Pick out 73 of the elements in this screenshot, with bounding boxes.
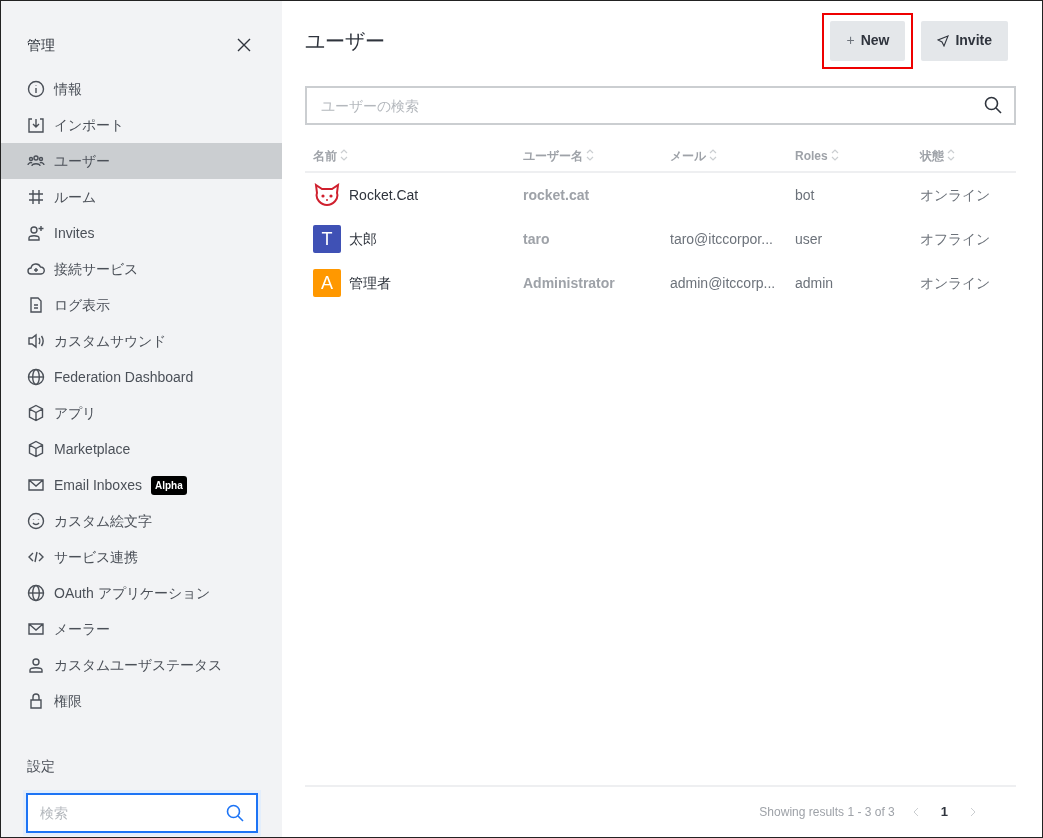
info-icon — [27, 80, 45, 98]
close-icon — [236, 37, 252, 53]
speaker-icon — [27, 332, 45, 350]
cloud-icon — [27, 260, 45, 278]
smiley-icon — [27, 512, 45, 530]
username-cell-text: rocket.cat — [523, 185, 590, 205]
sidebar-item[interactable]: Invites — [1, 215, 282, 251]
sidebar-item[interactable]: ルーム — [1, 179, 282, 215]
settings-search-field[interactable]: 検索 — [26, 793, 258, 833]
role-cell-text: bot — [795, 185, 815, 205]
status-cell-text: オフライン — [920, 229, 990, 249]
globe-icon — [27, 584, 45, 602]
document-icon — [27, 296, 45, 314]
download-icon — [27, 116, 45, 134]
cube-icon — [27, 440, 45, 458]
sidebar-item[interactable]: サービス連携 — [1, 539, 282, 575]
section-label: 設定 — [27, 758, 55, 774]
user-name: 管理者 — [349, 273, 391, 293]
search-icon — [226, 804, 244, 822]
alpha-badge: Alpha — [150, 475, 187, 495]
sort-icon — [586, 149, 594, 161]
cat-avatar — [313, 183, 341, 207]
envelope-icon — [27, 476, 45, 494]
sidebar-item[interactable]: Email Inboxes Alpha — [1, 467, 282, 503]
sort-icon — [830, 149, 839, 161]
avatar: A — [313, 269, 341, 297]
sidebar-item[interactable]: カスタムユーザステータス — [1, 647, 282, 683]
user-icon — [27, 656, 45, 674]
send-icon — [937, 34, 950, 47]
status-cell-text: オンライン — [920, 273, 990, 293]
lock-icon — [27, 692, 45, 710]
sidebar-item[interactable]: 情報 — [1, 71, 282, 107]
sidebar-item[interactable]: ログ表示 — [1, 287, 282, 323]
sidebar-item[interactable]: インポート — [1, 107, 282, 143]
user-name: Rocket.Cat — [349, 185, 419, 205]
status-cell-text: オンライン — [920, 185, 990, 205]
close-button[interactable] — [236, 37, 252, 53]
search-icon — [984, 96, 1002, 114]
invite-button[interactable]: Invite — [921, 20, 1008, 61]
hash-icon — [27, 188, 45, 206]
username-cell-text: Administrator — [523, 273, 615, 293]
sort-icon — [340, 149, 348, 161]
results-summary: Showing results 1 - 3 of 3 — [759, 803, 895, 821]
cube-icon — [27, 404, 45, 422]
envelope-icon — [27, 620, 45, 638]
sidebar-item[interactable]: Federation Dashboard — [1, 359, 282, 395]
sidebar-item[interactable]: カスタムサウンド — [1, 323, 282, 359]
sort-icon — [947, 149, 955, 161]
page-button[interactable]: 1 — [936, 801, 952, 822]
sidebar-item[interactable]: 権限 — [1, 683, 282, 719]
new-button[interactable]: + New — [830, 20, 906, 61]
avatar: T — [313, 225, 341, 253]
chevron-right-icon — [970, 807, 976, 818]
email-cell-text: admin@itccorp... — [670, 273, 776, 293]
role-cell-text: admin — [795, 273, 834, 293]
username-cell-text: taro — [523, 229, 550, 249]
sidebar-item[interactable]: アプリ — [1, 395, 282, 431]
sidebar-item[interactable]: ユーザー — [1, 143, 282, 179]
sidebar-item[interactable]: OAuth アプリケーション — [1, 575, 282, 611]
globe-icon — [27, 368, 45, 386]
page-title: ユーザー — [305, 28, 386, 54]
email-cell-text: taro@itccorpor... — [670, 229, 773, 249]
sidebar-title: 管理 — [27, 35, 55, 55]
sidebar-item[interactable]: 接続サービス — [1, 251, 282, 287]
user-name: 太郎 — [349, 229, 377, 249]
user-search-field[interactable]: ユーザーの検索 — [305, 86, 1016, 125]
sort-icon — [709, 149, 717, 161]
chevron-left-icon — [912, 807, 919, 818]
sidebar-item[interactable]: メーラー — [1, 611, 282, 647]
role-cell-text: user — [795, 229, 823, 249]
add-user-icon — [27, 224, 45, 242]
sidebar-item[interactable]: Marketplace — [1, 431, 282, 467]
sidebar-item[interactable]: カスタム絵文字 — [1, 503, 282, 539]
